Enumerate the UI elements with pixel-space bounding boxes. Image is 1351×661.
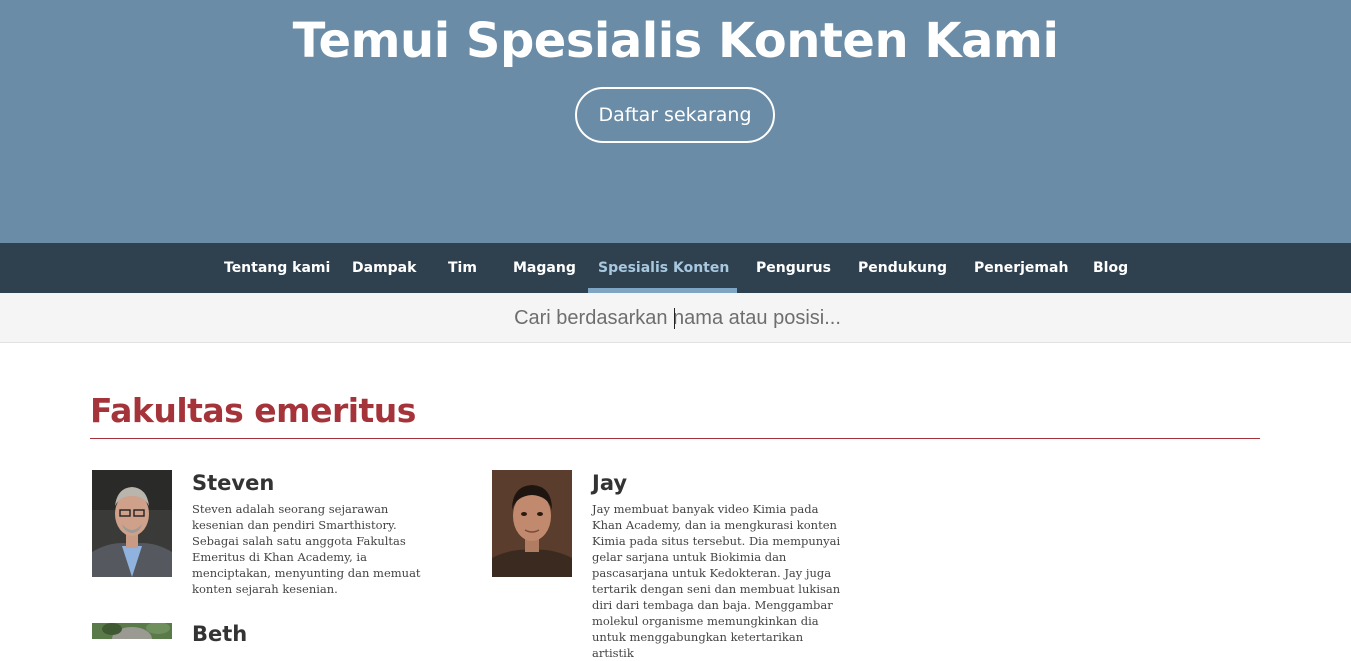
text-cursor xyxy=(674,308,675,329)
nav-item-translators[interactable]: Penerjemah xyxy=(974,243,1068,293)
nav-item-supporters[interactable]: Pendukung xyxy=(858,243,947,293)
person-bio: Steven adalah seorang sejarawan kesenian… xyxy=(192,502,421,596)
signup-button[interactable]: Daftar sekarang xyxy=(575,87,775,143)
nav-item-team[interactable]: Tim xyxy=(448,243,477,293)
nav-item-internship[interactable]: Magang xyxy=(513,243,576,293)
page-title: Temui Spesialis Konten Kami xyxy=(292,13,1059,69)
person-bio: Jay membuat banyak video Kimia pada Khan… xyxy=(592,502,841,660)
person-photo-jay xyxy=(492,470,572,577)
nav-item-about[interactable]: Tentang kami xyxy=(224,243,330,293)
nav-item-content-specialists[interactable]: Spesialis Konten xyxy=(598,243,729,293)
section-divider xyxy=(90,438,1260,439)
hero-banner: Temui Spesialis Konten Kami Daftar sekar… xyxy=(0,0,1351,243)
person-name: Jay xyxy=(592,471,628,495)
main-nav: Tentang kami Dampak Tim Magang Spesialis… xyxy=(0,243,1351,293)
nav-item-blog[interactable]: Blog xyxy=(1093,243,1128,293)
person-photo-steven xyxy=(92,470,172,577)
search-bar xyxy=(0,293,1351,344)
person-name: Beth xyxy=(192,622,248,646)
nav-item-impact[interactable]: Dampak xyxy=(352,243,416,293)
person-photo-beth xyxy=(92,623,172,639)
nav-item-board[interactable]: Pengurus xyxy=(756,243,831,293)
search-input[interactable] xyxy=(300,293,1055,344)
person-name: Steven xyxy=(192,471,275,495)
section-title: Fakultas emeritus xyxy=(90,391,416,430)
